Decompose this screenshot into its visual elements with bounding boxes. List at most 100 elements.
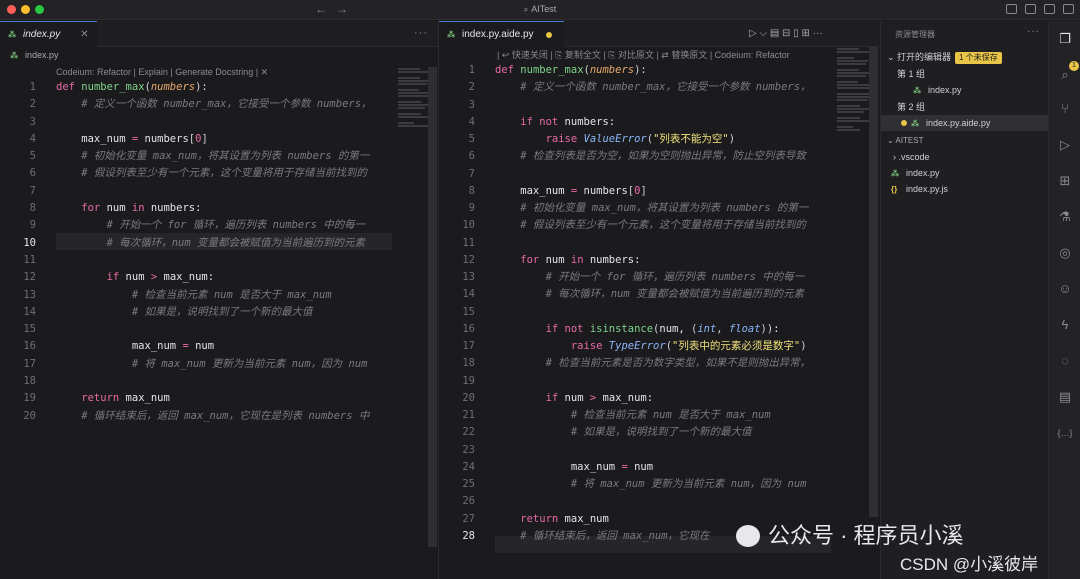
- code-line[interactable]: 15: [10, 321, 392, 338]
- code-line[interactable]: 16 if not isinstance(num, (int, float)):: [449, 321, 833, 338]
- code-line[interactable]: 4 if not numbers:: [449, 114, 833, 131]
- open-editor-index-py[interactable]: ⁂ index.py: [881, 82, 1049, 98]
- run-debug-icon[interactable]: ▷: [1057, 137, 1073, 153]
- code-line[interactable]: 13 # 检查当前元素 num 是否大于 max_num: [10, 287, 392, 304]
- code-line[interactable]: 9 # 初始化变量 max_num，将其设置为列表 numbers 的第一: [449, 200, 833, 217]
- code-line[interactable]: 10 # 每次循环，num 变量都会被赋值为当前遍历到的元素: [10, 235, 392, 252]
- code-line[interactable]: 8 max_num = numbers[0]: [449, 183, 833, 200]
- search-icon[interactable]: ⌕: [1057, 67, 1073, 83]
- toggle-secondary-sidebar-icon[interactable]: [1044, 4, 1055, 14]
- code-line[interactable]: 20 # 循环结束后，返回 max_num，它现在是列表 numbers 中: [10, 408, 392, 425]
- code-line[interactable]: 19: [449, 373, 833, 390]
- code-line[interactable]: 21 # 检查当前元素 num 是否大于 max_num: [449, 407, 833, 424]
- code-line[interactable]: 2 # 定义一个函数 number_max，它接受一个参数 numbers，: [449, 79, 833, 96]
- ai-assistant-icon[interactable]: ☺: [1057, 281, 1073, 297]
- code-line[interactable]: 3: [449, 97, 833, 114]
- code-text: if num > max_num:: [495, 391, 654, 404]
- customize-layout-icon[interactable]: [1063, 4, 1074, 14]
- aide-toolbar[interactable]: | ↩ 快速关闭 | ⎘ 复制全文 | ⎘ 对比原文 | ⇄ 替换原文 | Co…: [497, 48, 790, 61]
- code-text: return max_num: [56, 392, 170, 405]
- open-editor-index-py-aide[interactable]: ⁂ index.py.aide.py: [881, 115, 1049, 131]
- code-line[interactable]: 14 # 如果是，说明找到了一个新的最大值: [10, 304, 392, 321]
- code-line[interactable]: 5 # 初始化变量 max_num，将其设置为列表 numbers 的第一: [10, 148, 392, 165]
- code-line[interactable]: 7: [10, 183, 392, 200]
- files-icon[interactable]: ❐: [1057, 31, 1073, 47]
- line-number: 10: [23, 236, 36, 249]
- code-line[interactable]: 17 # 将 max_num 更新为当前元素 num，因为 num: [10, 356, 392, 373]
- json-icon[interactable]: {…}: [1057, 425, 1073, 441]
- code-text: # 检查当前元素 num 是否大于 max_num: [495, 409, 771, 421]
- testing-icon[interactable]: ⚗: [1057, 209, 1073, 225]
- code-line[interactable]: 17 raise TypeError("列表中的元素必须是数字"): [449, 338, 833, 355]
- code-line[interactable]: 12 for num in numbers:: [449, 252, 833, 269]
- code-text: max_num = numbers[0]: [495, 184, 647, 197]
- right-code-editor[interactable]: 1 def number_max(numbers): 2 # 定义一个函数 numb…: [449, 62, 833, 545]
- code-line[interactable]: 4 max_num = numbers[0]: [10, 131, 392, 148]
- code-line[interactable]: 22 # 如果是，说明找到了一个新的最大值: [449, 424, 833, 441]
- code-line[interactable]: 18 # 检查当前元素是否为数字类型，如果不是则抛出异常，: [449, 355, 833, 372]
- remote-icon[interactable]: ◎: [1057, 245, 1073, 261]
- code-line[interactable]: 16 max_num = num: [10, 338, 392, 355]
- code-line[interactable]: 26: [449, 493, 833, 510]
- codeium-codelens[interactable]: Codeium: Refactor | Explain | Generate D…: [56, 67, 268, 78]
- toggle-panel-icon[interactable]: [1025, 4, 1036, 14]
- left-code-editor[interactable]: 1 def number_max(numbers): 2 # 定义一个函数 numb…: [10, 79, 392, 425]
- extensions-icon[interactable]: ⊞: [1057, 173, 1073, 189]
- code-line[interactable]: 10 # 假设列表至少有一个元素，这个变量将用于存储当前找到的: [449, 217, 833, 234]
- file-index-py[interactable]: ⁂ index.py: [881, 165, 1049, 181]
- code-line[interactable]: 14 # 每次循环，num 变量都会被赋值为当前遍历到的元素: [449, 286, 833, 303]
- code-line[interactable]: 5 raise ValueError("列表不能为空"): [449, 131, 833, 148]
- lightning-icon[interactable]: ϟ: [1057, 317, 1073, 333]
- code-line[interactable]: 13 # 开始一个 for 循环，遍历列表 numbers 中的每一: [449, 269, 833, 286]
- code-line[interactable]: 23: [449, 442, 833, 459]
- code-text: if not numbers:: [495, 115, 616, 128]
- source-control-icon[interactable]: ⑂: [1057, 101, 1073, 117]
- project-section[interactable]: ⌄ AITEST: [881, 133, 1049, 149]
- line-number: 2: [468, 81, 475, 94]
- code-line[interactable]: 1 def number_max(numbers):: [10, 79, 392, 96]
- code-line[interactable]: 11: [10, 252, 392, 269]
- code-line[interactable]: 6 # 假设列表至少有一个元素，这个变量将用于存储当前找到的: [10, 165, 392, 182]
- code-text: max_num = num: [495, 460, 654, 473]
- folder-vscode[interactable]: › .vscode: [881, 149, 1049, 165]
- editor-actions[interactable]: ▷ ⌵ ▤ ⊟ ▯ ⊞ ···: [749, 28, 823, 39]
- line-number: 22: [462, 426, 475, 439]
- code-line[interactable]: 18: [10, 373, 392, 390]
- chat-icon[interactable]: ◌: [1057, 353, 1073, 369]
- line-number: 16: [23, 340, 36, 353]
- explorer-more-icon[interactable]: ···: [1027, 26, 1040, 37]
- right-scrollbar[interactable]: [869, 47, 878, 517]
- tab-index-py[interactable]: ⁂ index.py ✕: [0, 21, 97, 47]
- code-line[interactable]: 19 return max_num: [10, 390, 392, 407]
- file-index-py-js[interactable]: {} index.py.js: [881, 181, 1049, 197]
- document-icon[interactable]: ▤: [1057, 389, 1073, 405]
- code-line[interactable]: 6 # 检查列表是否为空，如果为空则抛出异常，防止空列表导致: [449, 148, 833, 165]
- minimap-line: [837, 120, 873, 122]
- open-editors-section[interactable]: ⌄ 打开的编辑器 1 个未保存: [881, 49, 1049, 65]
- code-line[interactable]: 12 if num > max_num:: [10, 269, 392, 286]
- line-number: 11: [23, 253, 36, 266]
- line-number: 10: [462, 219, 475, 232]
- code-line[interactable]: 20 if num > max_num:: [449, 390, 833, 407]
- code-line[interactable]: 8 for num in numbers:: [10, 200, 392, 217]
- tab-index-py-aide[interactable]: ⁂ index.py.aide.py: [439, 21, 564, 47]
- close-icon[interactable]: ✕: [80, 29, 88, 40]
- code-line[interactable]: 25 # 将 max_num 更新为当前元素 num，因为 num: [449, 476, 833, 493]
- code-text: if num > max_num:: [56, 271, 215, 284]
- line-number: 13: [23, 288, 36, 301]
- code-line[interactable]: 15: [449, 304, 833, 321]
- code-text: # 初始化变量 max_num，将其设置为列表 numbers 的第一: [495, 202, 809, 214]
- code-line[interactable]: 3: [10, 114, 392, 131]
- code-line[interactable]: 2 # 定义一个函数 number_max，它接受一个参数 numbers，: [10, 96, 392, 113]
- more-actions-icon[interactable]: ···: [414, 27, 428, 39]
- code-line[interactable]: 11: [449, 235, 833, 252]
- toggle-sidebar-icon[interactable]: [1006, 4, 1017, 14]
- code-line[interactable]: 7: [449, 166, 833, 183]
- line-number: 25: [462, 478, 475, 490]
- explorer-sidebar: 资源管理器 ··· ⌄ 打开的编辑器 1 个未保存 第 1 组 ⁂ index.py…: [880, 21, 1049, 579]
- left-scrollbar[interactable]: [428, 67, 437, 547]
- code-line[interactable]: 9 # 开始一个 for 循环，遍历列表 numbers 中的每一: [10, 217, 392, 234]
- breadcrumb[interactable]: ⁂ index.py: [10, 50, 59, 61]
- code-line[interactable]: 1 def number_max(numbers):: [449, 62, 833, 79]
- code-line[interactable]: 24 max_num = num: [449, 459, 833, 476]
